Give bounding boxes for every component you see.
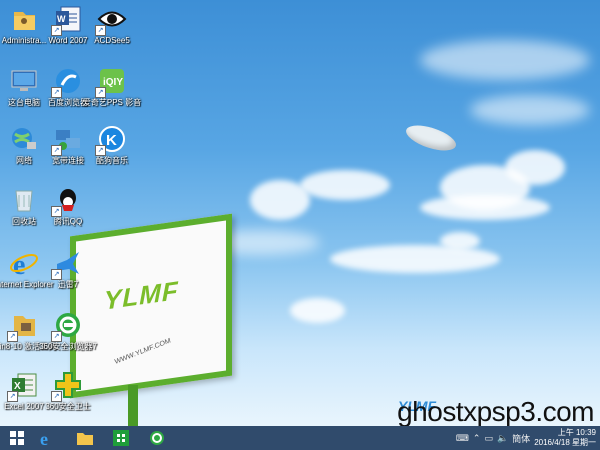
network-icon — [9, 124, 39, 154]
ime-indicator[interactable]: 簡体 — [512, 432, 530, 445]
ie-icon: e — [40, 429, 48, 447]
word-icon: W ↗ — [51, 4, 83, 36]
taskbar-store-button[interactable] — [106, 426, 136, 450]
watermark-text: ghostxpsp3.com — [397, 396, 594, 426]
windows-start-icon — [10, 431, 24, 445]
cloud — [505, 150, 565, 185]
broadband-icon: ↗ — [51, 124, 83, 156]
iqiyi-icon: iQIY ↗ — [95, 66, 127, 98]
svg-text:K: K — [106, 132, 117, 149]
clock-time: 上午 10:39 — [557, 428, 596, 437]
keyboard-icon[interactable]: ⌨ — [456, 433, 469, 444]
cloud — [420, 40, 590, 80]
desktop-icon-qq[interactable]: ↗ 腾讯QQ — [36, 185, 100, 227]
excel-icon: X ↗ — [7, 370, 39, 402]
computer-icon — [9, 66, 39, 96]
cloud — [290, 298, 345, 323]
shortcut-arrow-icon: ↗ — [95, 145, 106, 156]
cloud — [470, 95, 590, 125]
shortcut-arrow-icon: ↗ — [51, 145, 62, 156]
cloud — [420, 195, 550, 220]
user-folder-icon — [9, 4, 39, 34]
svg-text:e: e — [13, 250, 25, 278]
shortcut-arrow-icon: ↗ — [95, 25, 106, 36]
ie-icon: e — [9, 248, 39, 281]
shortcut-arrow-icon: ↗ — [7, 331, 18, 342]
clock-date: 2016/4/18 星期一 — [534, 438, 596, 447]
desktop-icon-360-browser[interactable]: ↗ 360安全浏览器7 — [36, 310, 100, 352]
360-guard-icon: ↗ — [51, 370, 83, 402]
shortcut-arrow-icon: ↗ — [51, 269, 62, 280]
billboard-url: WWW.YLMF.COM — [114, 337, 172, 366]
acdsee-eye-icon: ↗ — [95, 4, 127, 36]
shortcut-arrow-icon: ↗ — [51, 25, 62, 36]
svg-text:W: W — [57, 14, 66, 24]
shortcut-arrow-icon: ↗ — [51, 331, 62, 342]
xunlei-icon: ↗ — [51, 248, 83, 280]
taskbar-file-explorer-button[interactable] — [70, 426, 100, 450]
360-browser-icon — [150, 431, 164, 445]
shortcut-arrow-icon: ↗ — [51, 87, 62, 98]
clock[interactable]: 上午 10:39 2016/4/18 星期一 — [534, 428, 596, 448]
taskbar: e ⌨ ⌃ ▭ 🔈 簡体 上午 10:39 2016/4/18 星期一 — [0, 426, 600, 450]
shortcut-arrow-icon: ↗ — [7, 391, 18, 402]
chevron-up-icon[interactable]: ⌃ — [473, 433, 481, 444]
svg-text:e: e — [40, 429, 48, 447]
svg-text:iQIY: iQIY — [103, 77, 123, 88]
volume-icon[interactable]: 🔈 — [497, 433, 508, 444]
shortcut-arrow-icon: ↗ — [51, 206, 62, 217]
taskbar-360-browser-button[interactable] — [142, 426, 172, 450]
shortcut-arrow-icon: ↗ — [95, 87, 106, 98]
network-tray-icon[interactable]: ▭ — [484, 433, 493, 444]
ylmf-logo: YLMF — [104, 275, 179, 316]
desktop-icon-xunlei[interactable]: ↗ 迅雷7 — [36, 248, 100, 290]
system-tray: ⌨ ⌃ ▭ 🔈 簡体 上午 10:39 2016/4/18 星期一 — [456, 426, 600, 450]
baidu-browser-icon: ↗ — [51, 66, 83, 98]
billboard-pole — [128, 385, 138, 426]
cloud — [330, 245, 500, 273]
desktop-icon-360-guard[interactable]: ↗ 360安全卫士 — [36, 370, 100, 412]
blimp — [403, 120, 459, 156]
desktop: YLMF WWW.YLMF.COM YLMF ghostxpsp3.com Ad… — [0, 0, 600, 426]
desktop-icon-kugou[interactable]: K ↗ 酷狗音乐 — [80, 124, 144, 166]
start-button[interactable] — [2, 426, 32, 450]
shortcut-arrow-icon: ↗ — [51, 391, 62, 402]
desktop-icon-acdsee[interactable]: ↗ ACDSee5 — [80, 4, 144, 46]
recycle-bin-icon — [9, 185, 39, 215]
taskbar-ie-button[interactable]: e — [32, 426, 62, 450]
qq-icon: ↗ — [51, 185, 83, 217]
desktop-icon-iqiyi[interactable]: iQIY ↗ 爱奇艺PPS 影音 — [80, 66, 144, 108]
activation-tool-icon: ↗ — [7, 310, 39, 342]
cloud — [300, 170, 390, 200]
kugou-icon: K ↗ — [95, 124, 127, 156]
360-browser-icon: ↗ — [51, 310, 83, 342]
file-explorer-icon — [77, 433, 93, 445]
store-icon — [113, 430, 129, 446]
